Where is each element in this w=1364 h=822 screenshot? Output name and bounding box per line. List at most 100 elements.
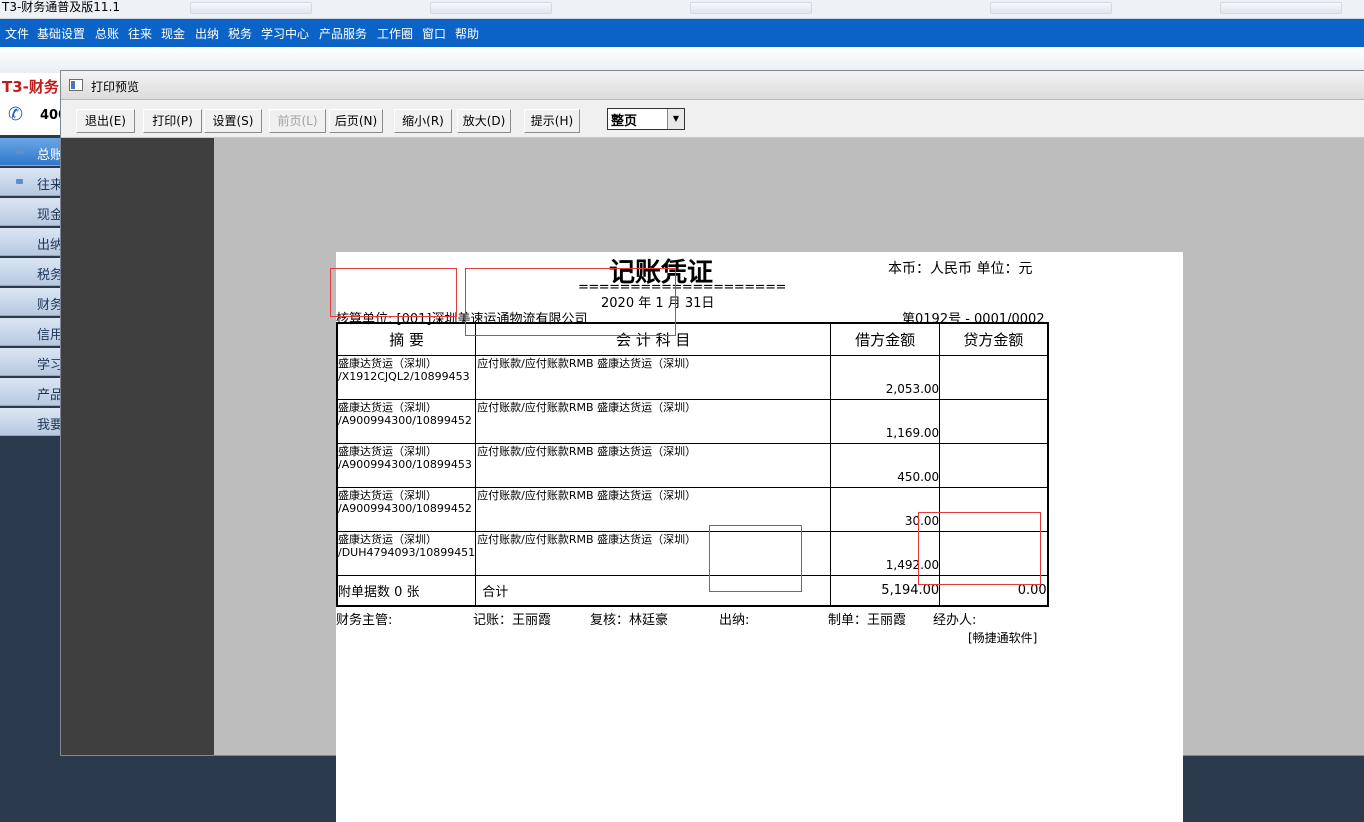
- menu-products[interactable]: 产品服务: [319, 25, 367, 42]
- print-button[interactable]: 打印(P): [143, 109, 202, 133]
- menu-cash[interactable]: 现金: [161, 25, 185, 42]
- app-title: T3-财务通普及版11.1: [2, 0, 121, 14]
- menu-learning[interactable]: 学习中心: [261, 25, 309, 42]
- menu-receivables[interactable]: 往来: [128, 25, 152, 42]
- left-nav: 总账 往来 现金 出纳 税务 财务 信用 学习 产品 我要: [0, 138, 66, 438]
- signature-row: 财务主管: 记账：王丽霞 复核：林廷豪 出纳: 制单：王丽霞 经办人:: [336, 609, 1043, 629]
- software-brand-note: [畅捷通软件]: [968, 631, 1038, 645]
- account-cell: 应付账款/应付账款RMB 盛康达货运（深圳）: [475, 399, 832, 444]
- sig-reviewer: 复核：林廷豪: [590, 613, 669, 628]
- background-tab: [190, 2, 312, 14]
- preview-title: 打印预览: [91, 80, 140, 94]
- header-account: 会 计 科 目: [475, 322, 832, 356]
- debit-cell: 1,492.00: [830, 531, 941, 576]
- sig-maker: 制单：王丽霞: [828, 613, 907, 628]
- menu-help[interactable]: 帮助: [455, 25, 479, 42]
- brand-logo: T3-财务: [0, 73, 66, 99]
- nav-item-cash[interactable]: 现金: [0, 198, 66, 226]
- chevron-down-icon[interactable]: ▼: [667, 109, 684, 129]
- header-debit: 借方金额: [830, 322, 941, 356]
- summary-cell: 盛康达货运（深圳）/X1912CJQL2/10899453: [336, 355, 477, 400]
- total-debit: 5,194.00: [830, 575, 941, 607]
- debit-cell: 1,169.00: [830, 399, 941, 444]
- app-titlebar: T3-财务通普及版11.1: [0, 0, 1364, 19]
- debit-cell: 2,053.00: [830, 355, 941, 400]
- zoom-select-value: 整页: [611, 114, 638, 129]
- background-tab: [1220, 2, 1342, 14]
- nav-item-tax[interactable]: 税务: [0, 258, 66, 286]
- nav-item-credit[interactable]: 信用: [0, 318, 66, 346]
- summary-cell: 盛康达货运（深圳）/A900994300/10899452: [336, 399, 477, 444]
- nav-item-learning[interactable]: 学习: [0, 348, 66, 376]
- header-summary: 摘 要: [336, 322, 477, 356]
- credit-cell: [939, 531, 1049, 576]
- voucher-table: 摘 要 会 计 科 目 借方金额 贷方金额 盛康达货运（深圳）/X1912CJQ…: [336, 322, 1049, 607]
- debit-cell: 30.00: [830, 487, 941, 532]
- phone-icon: ✆: [8, 104, 24, 125]
- window-icon: [69, 79, 83, 91]
- attachment-count: 附单据数 0 张: [336, 575, 477, 607]
- print-preview-window: 打印预览 退出(E) 打印(P) 设置(S) 前页(L) 后页(N) 缩小(R)…: [60, 70, 1364, 822]
- sig-bookkeeper: 记账：王丽霞: [473, 613, 552, 628]
- total-credit: 0.00: [939, 575, 1049, 607]
- nav-bullet-icon: [16, 149, 23, 154]
- voucher-page: 记账凭证 本币：人民币 单位：元 ==================== 20…: [336, 252, 1183, 822]
- table-row: 盛康达货运（深圳）/A900994300/10899453 应付账款/应付账款R…: [336, 443, 1049, 488]
- nav-item-general-ledger[interactable]: 总账: [0, 138, 66, 166]
- sig-supervisor: 财务主管:: [336, 613, 393, 628]
- table-row: 盛康达货运（深圳）/A900994300/10899452 应付账款/应付账款R…: [336, 399, 1049, 444]
- total-label: 合计: [475, 575, 832, 607]
- table-row: 盛康达货运（深圳）/DUH4794093/10899451 应付账款/应付账款R…: [336, 531, 1049, 576]
- debit-cell: 450.00: [830, 443, 941, 488]
- menu-file[interactable]: 文件: [5, 25, 29, 42]
- preview-canvas[interactable]: 记账凭证 本币：人民币 单位：元 ==================== 20…: [61, 138, 1364, 822]
- account-cell: 应付账款/应付账款RMB 盛康达货运（深圳）: [475, 487, 832, 532]
- voucher-date: 2020 年 1 月 31日: [601, 296, 715, 311]
- table-header: 摘 要 会 计 科 目 借方金额 贷方金额: [336, 322, 1049, 356]
- sig-cashier: 出纳:: [719, 613, 750, 628]
- menu-bar: 文件 基础设置 总账 往来 现金 出纳 税务 学习中心 产品服务 工作圈 窗口 …: [0, 19, 1364, 47]
- header-credit: 贷方金额: [939, 322, 1049, 356]
- tips-button[interactable]: 提示(H): [524, 109, 580, 133]
- voucher-currency: 本币：人民币 单位：元: [888, 261, 1033, 277]
- nav-item-want[interactable]: 我要: [0, 408, 66, 436]
- setup-button[interactable]: 设置(S): [204, 109, 262, 133]
- background-tab: [430, 2, 552, 14]
- exit-button[interactable]: 退出(E): [76, 109, 135, 133]
- summary-cell: 盛康达货运（深圳）/DUH4794093/10899451: [336, 531, 477, 576]
- menu-basic-setup[interactable]: 基础设置: [37, 25, 85, 42]
- hotline: ✆ 400: [0, 99, 67, 135]
- background-tab: [690, 2, 812, 14]
- menu-cashier[interactable]: 出纳: [195, 25, 219, 42]
- nav-item-finance[interactable]: 财务: [0, 288, 66, 316]
- nav-item-receivables[interactable]: 往来: [0, 168, 66, 196]
- summary-cell: 盛康达货运（深圳）/A900994300/10899453: [336, 443, 477, 488]
- background-tab: [990, 2, 1112, 14]
- menu-tax[interactable]: 税务: [228, 25, 252, 42]
- credit-cell: [939, 487, 1049, 532]
- brand-logo-text: T3-财务: [2, 78, 59, 96]
- menu-workcircle[interactable]: 工作圈: [377, 25, 413, 42]
- credit-cell: [939, 399, 1049, 444]
- summary-cell: 盛康达货运（深圳）/A900994300/10899452: [336, 487, 477, 532]
- zoom-select[interactable]: 整页 ▼: [607, 108, 685, 130]
- table-footer-row: 附单据数 0 张 合计 5,194.00 0.00: [336, 575, 1049, 607]
- nav-item-cashier[interactable]: 出纳: [0, 228, 66, 256]
- preview-titlebar: 打印预览: [61, 71, 1364, 100]
- nav-item-products[interactable]: 产品: [0, 378, 66, 406]
- account-cell: 应付账款/应付账款RMB 盛康达货运（深圳）: [475, 355, 832, 400]
- menu-window[interactable]: 窗口: [422, 25, 446, 42]
- credit-cell: [939, 355, 1049, 400]
- zoom-in-button[interactable]: 放大(D): [457, 109, 511, 133]
- next-page-button[interactable]: 后页(N): [329, 109, 383, 133]
- credit-cell: [939, 443, 1049, 488]
- menu-general-ledger[interactable]: 总账: [95, 25, 119, 42]
- prev-page-button[interactable]: 前页(L): [269, 109, 326, 133]
- account-cell: 应付账款/应付账款RMB 盛康达货运（深圳）: [475, 531, 832, 576]
- nav-bullet-icon: [16, 179, 23, 184]
- table-row: 盛康达货运（深圳）/X1912CJQL2/10899453 应付账款/应付账款R…: [336, 355, 1049, 400]
- preview-toolbar: 退出(E) 打印(P) 设置(S) 前页(L) 后页(N) 缩小(R) 放大(D…: [61, 100, 1364, 138]
- account-cell: 应付账款/应付账款RMB 盛康达货运（深圳）: [475, 443, 832, 488]
- sig-handler: 经办人:: [933, 613, 977, 628]
- zoom-out-button[interactable]: 缩小(R): [394, 109, 452, 133]
